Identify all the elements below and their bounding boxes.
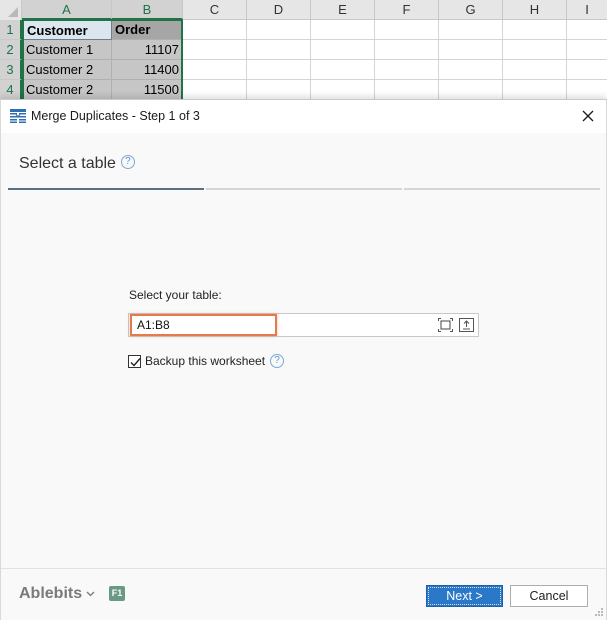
checkmark-icon <box>130 357 141 367</box>
dialog-title: Merge Duplicates - Step 1 of 3 <box>31 109 200 123</box>
ablebits-menu[interactable]: Ablebits <box>19 585 95 603</box>
column-header-g[interactable]: G <box>439 0 503 20</box>
backup-label[interactable]: Backup this worksheet <box>145 354 265 368</box>
footer-divider <box>1 568 606 569</box>
backup-option: Backup this worksheet ? <box>128 354 285 368</box>
collapse-dialog-icon[interactable] <box>459 318 474 332</box>
close-icon[interactable] <box>578 106 598 126</box>
cell-b4[interactable]: 11500 <box>112 80 183 100</box>
next-button[interactable]: Next > <box>426 585 503 607</box>
column-header-a[interactable]: A <box>22 0 112 20</box>
progress-segment-1 <box>8 188 204 190</box>
range-field <box>128 313 479 337</box>
column-header-h[interactable]: H <box>503 0 567 20</box>
cell-a1[interactable]: Customer <box>23 20 112 40</box>
excel-worksheet: A B C D E F G H I 1 Customer Order 2 Cus… <box>0 0 607 100</box>
column-header-c[interactable]: C <box>183 0 247 20</box>
backup-checkbox[interactable] <box>128 354 141 368</box>
step-progress-bar <box>8 188 600 191</box>
cancel-button[interactable]: Cancel <box>510 585 588 607</box>
f1-help-badge[interactable]: F1 <box>109 586 125 601</box>
select-all-button[interactable] <box>0 0 22 20</box>
progress-segment-3 <box>404 188 600 190</box>
column-header-d[interactable]: D <box>247 0 311 20</box>
column-header-f[interactable]: F <box>375 0 439 20</box>
step-heading: Select a table? <box>19 154 135 173</box>
column-header-b[interactable]: B <box>112 0 183 20</box>
resize-grip-icon[interactable] <box>595 608 603 616</box>
cell-a4[interactable]: Customer 2 <box>23 80 112 100</box>
cell-a2[interactable]: Customer 1 <box>23 40 112 60</box>
expand-selection-icon[interactable] <box>438 318 453 332</box>
cell-b2[interactable]: 11107 <box>112 40 183 60</box>
table-merge-icon <box>10 109 26 123</box>
cell-a3[interactable]: Customer 2 <box>23 60 112 80</box>
cell-b1[interactable]: Order <box>112 20 183 40</box>
chevron-down-icon <box>86 591 95 597</box>
empty-grid <box>183 20 607 100</box>
progress-segment-2 <box>206 188 402 190</box>
column-header-e[interactable]: E <box>311 0 375 20</box>
select-all-triangle-icon <box>8 7 18 17</box>
row-header-1[interactable]: 1 <box>0 20 22 40</box>
range-input[interactable] <box>130 314 277 336</box>
row-header-2[interactable]: 2 <box>0 40 22 60</box>
backup-help-icon[interactable]: ? <box>270 354 285 368</box>
dialog-titlebar[interactable]: Merge Duplicates - Step 1 of 3 <box>1 100 606 133</box>
cell-b3[interactable]: 11400 <box>112 60 183 80</box>
step-title-text: Select a table <box>19 155 116 172</box>
column-header-i[interactable]: I <box>567 0 607 20</box>
select-table-label: Select your table: <box>129 288 222 302</box>
row-header-4[interactable]: 4 <box>0 80 22 100</box>
merge-duplicates-dialog: Merge Duplicates - Step 1 of 3 Select a … <box>0 99 607 620</box>
help-icon[interactable]: ? <box>120 154 135 169</box>
brand-label: Ablebits <box>19 585 83 602</box>
row-header-3[interactable]: 3 <box>0 60 22 80</box>
